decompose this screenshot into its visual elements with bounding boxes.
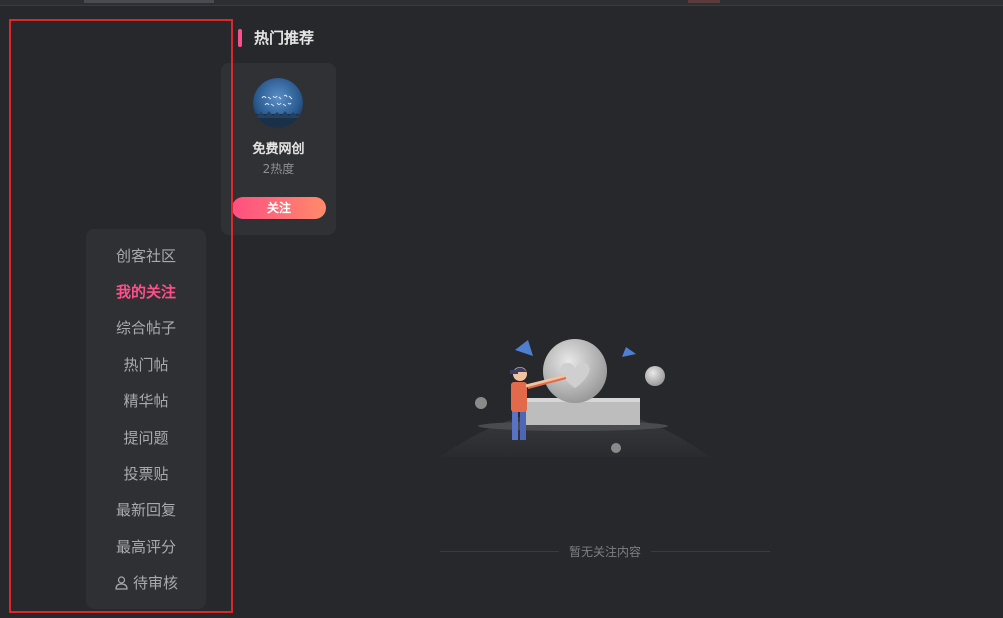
top-bar-fragment xyxy=(688,0,720,3)
top-bar xyxy=(0,0,1003,6)
avatar[interactable] xyxy=(253,78,303,128)
divider xyxy=(651,550,771,552)
card-heat: 2热度 xyxy=(262,162,295,176)
top-bar-fragment xyxy=(84,0,214,3)
follow-button[interactable]: 关注 xyxy=(232,197,326,219)
divider xyxy=(440,550,559,552)
hot-recommend-title: 热门推荐 xyxy=(254,29,315,47)
section-accent-bar xyxy=(238,28,242,47)
hot-recommend-header: 热门推荐 xyxy=(238,28,314,47)
empty-state-message: 暂无关注内容 xyxy=(440,543,771,559)
selection-highlight-box xyxy=(9,19,233,613)
empty-state-illustration xyxy=(438,330,718,460)
recommend-card[interactable]: 免费网创 2热度 关注 xyxy=(221,63,336,235)
card-name[interactable]: 免费网创 xyxy=(221,138,336,157)
empty-state-text: 暂无关注内容 xyxy=(569,544,642,559)
